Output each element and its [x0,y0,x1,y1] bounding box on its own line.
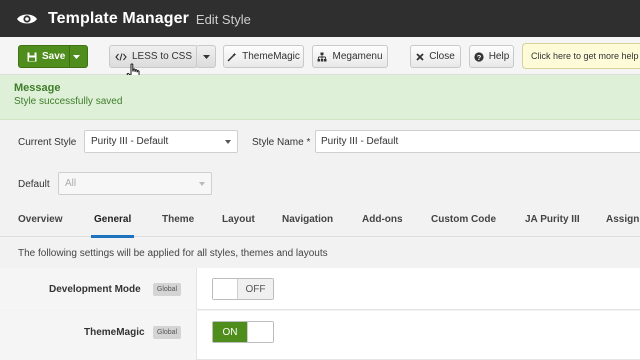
floppy-disk-icon [27,52,37,61]
magic-wand-icon [227,52,237,62]
page-subtitle: Edit Style [195,12,251,27]
eye-icon [17,14,37,23]
page-title: Template Manager [48,9,189,27]
default-select[interactable]: All [58,172,212,195]
tab-layout[interactable]: Layout [222,214,255,225]
less-to-css-button[interactable]: LESS to CSS [109,45,198,68]
help-label: Help [488,51,510,62]
tab-theme[interactable]: Theme [162,214,194,225]
setting-label: Development Mode [49,284,141,295]
toggle-state: OFF [238,279,273,299]
message-title: Message [14,82,61,94]
tab-assign[interactable]: Assign [606,214,639,225]
global-badge: Global [153,326,181,339]
setting-label-cell: Development Mode Global [0,268,197,310]
caret-down-icon [202,54,210,59]
default-label: Default [18,179,50,190]
tab-overview[interactable]: Overview [18,214,62,225]
less-to-css-label: LESS to CSS [131,51,193,62]
toolbar: Save LESS to CSS ThemeMagic Megamenu Clo… [0,37,640,75]
style-name-input[interactable]: Purity III - Default [315,130,640,153]
current-style-label: Current Style [18,137,77,148]
setting-label: ThemeMagic [84,327,145,338]
tab-custom-code[interactable]: Custom Code [431,214,496,225]
settings-description: The following settings will be applied f… [0,238,640,268]
close-icon [416,52,424,61]
svg-text:?: ? [476,52,481,61]
style-name-value: Purity III - Default [321,136,399,147]
megamenu-button[interactable]: Megamenu [312,45,388,68]
less-dropdown-toggle[interactable] [196,45,216,68]
tab-add-ons[interactable]: Add-ons [362,214,403,225]
question-circle-icon: ? [474,51,484,61]
app-header: Template Manager Edit Style [0,0,640,37]
global-badge: Global [153,283,181,296]
setting-label-cell: ThemeMagic Global [0,311,197,360]
current-style-select[interactable]: Purity III - Default [84,130,238,153]
thememagic-label: ThemeMagic [242,51,300,62]
default-value: All [65,178,77,189]
tab-ja-purity-iii[interactable]: JA Purity III [525,214,580,225]
toggle-state: ON [213,322,248,342]
chevron-down-icon [225,140,231,144]
style-form: Current Style Purity III - Default Style… [0,120,640,202]
caret-down-icon [72,54,80,59]
help-tooltip: Click here to get more help [522,43,640,69]
thememagic-toggle[interactable]: ON [212,321,274,343]
chevron-down-icon [199,182,205,186]
settings-tabs: Overview General Theme Layout Navigation… [0,202,640,238]
toggle-knob [248,322,273,342]
current-style-value: Purity III - Default [91,136,169,147]
thememagic-button[interactable]: ThemeMagic [223,45,304,68]
message-text: Style successfully saved [14,96,123,107]
help-button[interactable]: ? Help [469,45,514,68]
tab-navigation[interactable]: Navigation [282,214,333,225]
setting-row-development-mode: Development Mode Global OFF [0,268,640,310]
development-mode-toggle[interactable]: OFF [212,278,274,300]
save-label: Save [42,51,66,62]
success-message: Message Style successfully saved [0,75,640,120]
toggle-knob [213,279,238,299]
save-dropdown-toggle[interactable] [69,46,87,67]
code-icon [115,52,127,61]
close-label: Close [429,51,455,62]
sitemap-icon [317,52,327,61]
tab-general[interactable]: General [94,214,131,225]
close-button[interactable]: Close [410,45,461,68]
style-name-label: Style Name * [252,137,311,148]
megamenu-label: Megamenu [332,51,383,62]
setting-row-thememagic: ThemeMagic Global ON [0,311,640,360]
save-button[interactable]: Save [18,45,88,68]
